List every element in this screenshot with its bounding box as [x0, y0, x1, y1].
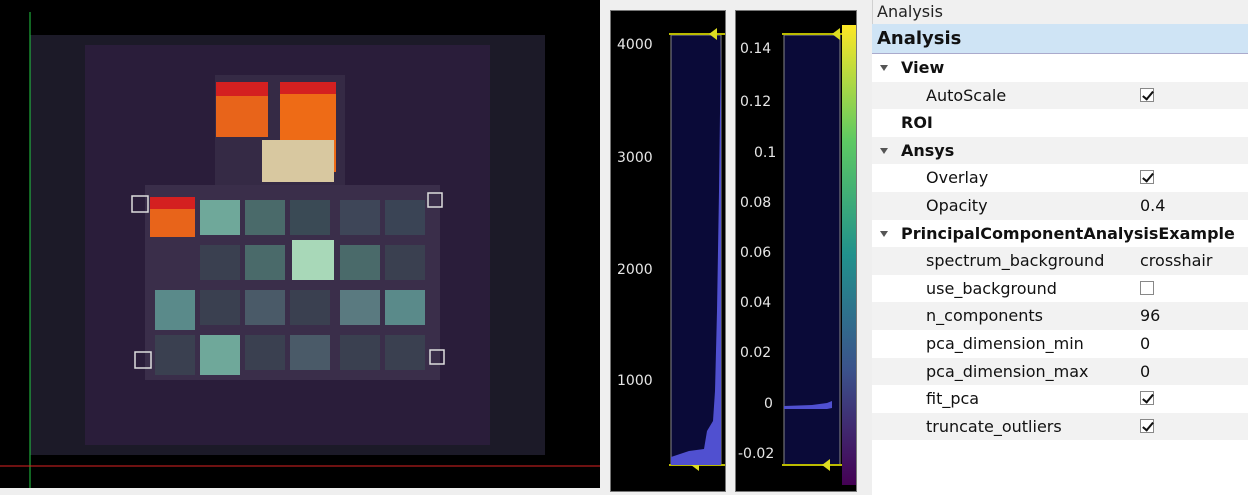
- hist2-tick-0.14: 0.14: [740, 41, 772, 57]
- tree-item-overlay[interactable]: Overlay: [872, 164, 1248, 192]
- tree-item-label: Opacity: [926, 195, 988, 215]
- tree-item-label: pca_dimension_max: [926, 361, 1089, 381]
- hist2-tick-0.08: 0.08: [740, 195, 772, 211]
- hist1-tick-4000: 4000: [617, 37, 653, 53]
- hist2-tick-0.02: 0.02: [740, 345, 772, 361]
- tree-item-n-components[interactable]: n_components 96: [872, 302, 1248, 330]
- truncate-outliers-checkbox[interactable]: [1140, 418, 1154, 433]
- tree-header: Analysis: [872, 24, 1248, 54]
- hist2-tick-0: 0: [764, 396, 773, 412]
- tree-item-label: ROI: [901, 113, 933, 133]
- n-components-value[interactable]: 96: [1140, 302, 1160, 330]
- hist1-tick-1000: 1000: [617, 373, 653, 389]
- tree-item-label: View: [901, 58, 945, 77]
- tree-item-ansys[interactable]: Ansys: [872, 136, 1248, 165]
- hist1-plot: [669, 28, 725, 471]
- histogram-pca[interactable]: 0.14 0.12 0.1 0.08 0.06 0.04 0.02 0 -0.0…: [735, 10, 857, 492]
- tree-item-principalcomponentanalysisexample[interactable]: PrincipalComponentAnalysisExample: [872, 220, 1248, 248]
- parameter-tree: View AutoScale ROI Ansys Overlay Opacity 0.4 Pr…: [872, 54, 1248, 441]
- expand-arrow-icon[interactable]: [880, 147, 888, 154]
- histogram-intensity[interactable]: 4000 3000 2000 1000: [610, 10, 726, 492]
- spectrum-background-value[interactable]: crosshair: [1140, 247, 1212, 275]
- hyperspectral-image: [0, 12, 600, 488]
- expand-arrow-icon[interactable]: [880, 65, 888, 71]
- fit-pca-checkbox[interactable]: [1140, 391, 1154, 406]
- tree-item-fit-pca[interactable]: fit_pca: [872, 385, 1248, 413]
- autoscale-checkbox[interactable]: [1140, 87, 1154, 102]
- tree-item-autoscale[interactable]: AutoScale: [872, 81, 1248, 110]
- tree-item-label: truncate_outliers: [926, 416, 1062, 436]
- tree-item-label: AutoScale: [926, 85, 1007, 105]
- analysis-dock: Analysis Analysis View AutoScale ROI Ansys O…: [872, 0, 1248, 495]
- tree-item-label: use_background: [926, 278, 1057, 298]
- hist2-tick-0.1: 0.1: [754, 145, 777, 161]
- tree-item-roi[interactable]: ROI: [872, 109, 1248, 137]
- hist2-tick-0.04: 0.04: [740, 295, 772, 311]
- tree-item-label: pca_dimension_min: [926, 333, 1084, 353]
- use-background-checkbox[interactable]: [1140, 280, 1154, 295]
- hist2-tick-neg0.02: -0.02: [738, 446, 775, 462]
- dock-title: Analysis: [872, 0, 1248, 24]
- tree-item-opacity[interactable]: Opacity 0.4: [872, 191, 1248, 220]
- opacity-value[interactable]: 0.4: [1140, 192, 1165, 220]
- colormap-gradient: [842, 25, 856, 485]
- hist2-plot: [782, 25, 856, 485]
- hist2-tick-0.12: 0.12: [740, 94, 772, 110]
- tree-item-spectrum-background[interactable]: spectrum_background crosshair: [872, 247, 1248, 275]
- tree-item-view[interactable]: View: [872, 54, 1248, 82]
- tree-item-label: n_components: [926, 306, 1043, 326]
- expand-arrow-icon[interactable]: [880, 230, 888, 237]
- tree-item-label: Overlay: [926, 168, 989, 188]
- tree-item-label: Ansys: [901, 140, 955, 160]
- tree-item-label: PrincipalComponentAnalysisExample: [901, 223, 1235, 243]
- tree-item-truncate-outliers[interactable]: truncate_outliers: [872, 412, 1248, 441]
- tree-item-pca-dimension-min[interactable]: pca_dimension_min 0: [872, 330, 1248, 358]
- hist2-tick-0.06: 0.06: [740, 245, 772, 261]
- pca-dimension-min-value[interactable]: 0: [1140, 330, 1150, 358]
- tree-item-pca-dimension-max[interactable]: pca_dimension_max 0: [872, 357, 1248, 386]
- hist1-tick-3000: 3000: [617, 150, 653, 166]
- tree-item-label: fit_pca: [926, 389, 980, 409]
- image-view[interactable]: [0, 0, 600, 488]
- tree-item-label: spectrum_background: [926, 251, 1105, 271]
- hist1-tick-2000: 2000: [617, 262, 653, 278]
- overlay-checkbox[interactable]: [1140, 170, 1154, 185]
- tree-item-use-background[interactable]: use_background: [872, 275, 1248, 303]
- pca-dimension-max-value[interactable]: 0: [1140, 358, 1150, 386]
